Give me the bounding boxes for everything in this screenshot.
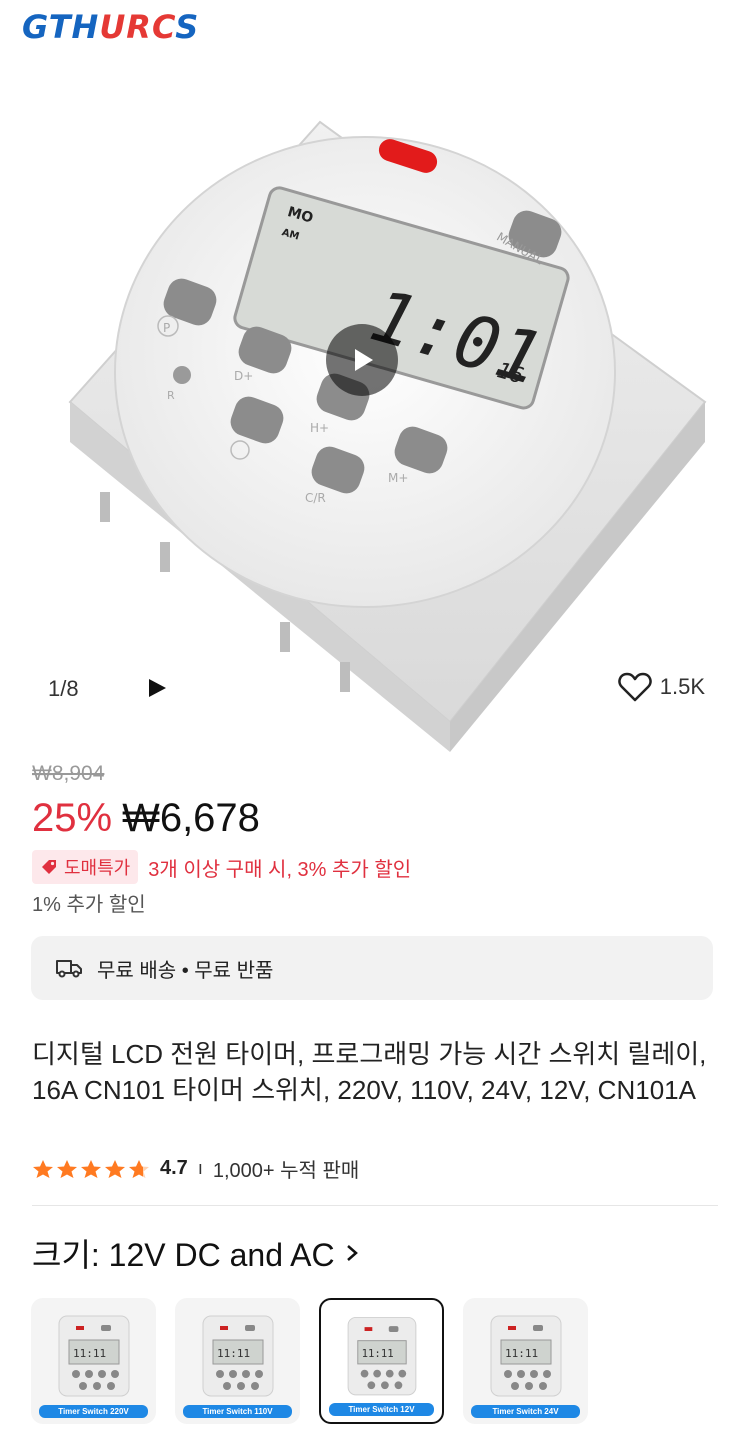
chevron-right-icon: [346, 1245, 358, 1261]
wholesale-promo[interactable]: 도매특가 3개 이상 구매 시, 3% 추가 할인: [32, 850, 411, 884]
variant-caption: Timer Switch 110V: [183, 1405, 292, 1418]
r-label: R: [167, 389, 175, 402]
d-label: D+: [234, 369, 253, 383]
rating-value: 4.7: [160, 1157, 188, 1179]
price-row: 25% ₩6,678: [32, 796, 260, 841]
heart-icon: [618, 672, 652, 702]
video-play-button[interactable]: [326, 324, 398, 396]
star-icon: [81, 1159, 101, 1178]
star-icon: [33, 1159, 53, 1178]
variant-option-12v[interactable]: 11:11 Timer Switch 12V: [319, 1298, 444, 1424]
truck-icon: [56, 960, 82, 978]
m-label: M+: [388, 471, 408, 485]
timer-device-illustration: MO AM 1:01 16 MANUAL P D+ R H+ C/R M+: [68, 120, 707, 752]
current-price: ₩6,678: [122, 796, 260, 840]
svg-text:11:11: 11:11: [362, 1347, 394, 1360]
variant-caption: Timer Switch 220V: [39, 1405, 148, 1418]
rating-stars: [32, 1159, 150, 1179]
play-icon: [355, 349, 373, 371]
wishlist-button[interactable]: 1.5K: [618, 672, 705, 702]
play-video-icon[interactable]: [146, 677, 168, 699]
brand-logo-suffix: S: [175, 8, 200, 46]
promo-badge-label: 도매특가: [64, 858, 131, 878]
h-label: H+: [310, 421, 329, 435]
extra-discount: 1% 추가 할인: [32, 894, 146, 916]
shipping-info[interactable]: 무료 배송 • 무료 반품: [31, 936, 713, 1000]
image-counter: 1/8: [48, 676, 79, 701]
tag-icon: [42, 860, 56, 874]
divider: [32, 1205, 718, 1206]
variant-option-220v[interactable]: 11:11 Timer Switch 220V: [31, 1298, 156, 1424]
original-price: ₩8,904: [32, 762, 105, 785]
product-title: 디지털 LCD 전원 타이머, 프로그래밍 가능 시간 스위치 릴레이, 16A…: [32, 1039, 707, 1105]
rating-row[interactable]: 4.7 ı 1,000+ 누적 판매: [32, 1154, 359, 1183]
svg-text:11:11: 11:11: [217, 1347, 250, 1360]
variant-option-24v[interactable]: 11:11 Timer Switch 24V: [463, 1298, 588, 1424]
likes-count: 1.5K: [659, 674, 705, 699]
variant-option-110v[interactable]: 11:11 Timer Switch 110V: [175, 1298, 300, 1424]
star-icon: [105, 1159, 125, 1178]
separator: ı: [197, 1158, 203, 1178]
half-star-icon: [129, 1159, 149, 1178]
variant-caption: Timer Switch 12V: [329, 1403, 434, 1416]
variant-list: 11:11 Timer Switch 220V 11:11 Timer Swit…: [31, 1298, 588, 1424]
shipping-label: 무료 배송 • 무료 반품: [97, 959, 274, 982]
star-icon: [57, 1159, 77, 1178]
promo-badge: 도매특가: [32, 850, 139, 884]
size-label: 크기: 12V DC and AC: [32, 1237, 335, 1273]
p-label: P: [163, 321, 170, 335]
brand-logo-accent: URC: [99, 8, 176, 46]
promo-text: 3개 이상 구매 시, 3% 추가 할인: [148, 858, 412, 881]
svg-text:11:11: 11:11: [73, 1347, 106, 1360]
size-selector[interactable]: 크기: 12V DC and AC: [32, 1230, 359, 1276]
discount-percent: 25%: [32, 796, 113, 840]
variant-caption: Timer Switch 24V: [471, 1405, 580, 1418]
cr-label: C/R: [305, 491, 326, 505]
product-image[interactable]: MO AM 1:01 16 MANUAL P D+ R H+ C/R M+: [0, 62, 743, 752]
svg-text:11:11: 11:11: [505, 1347, 538, 1360]
brand-logo[interactable]: GTHURCS: [22, 8, 199, 46]
sold-count: 1,000+ 누적 판매: [212, 1160, 360, 1182]
brand-logo-prefix: GTH: [22, 8, 100, 46]
